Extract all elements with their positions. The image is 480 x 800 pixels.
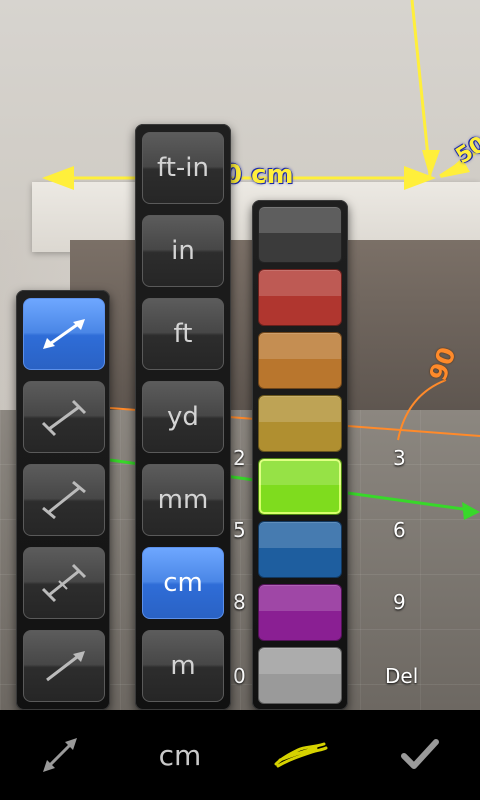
unit-toggle-button[interactable]: cm [120, 710, 240, 800]
double-arrow-icon [43, 738, 77, 772]
line-tool-single-arrow-button[interactable] [23, 630, 105, 702]
line-tool-toggle-button[interactable] [0, 710, 120, 800]
unit-option-yd[interactable]: yd [142, 381, 224, 453]
unit-option-cm[interactable]: cm [142, 547, 224, 619]
confirm-button[interactable] [360, 710, 480, 800]
color-toggle-button[interactable] [240, 710, 360, 800]
unit-option-m[interactable]: m [142, 630, 224, 702]
color-swatch-gray[interactable] [258, 647, 342, 704]
keypad-label-9: 9 [393, 590, 406, 614]
color-swatch-orange[interactable] [258, 332, 342, 389]
bottom-toolbar: cm [0, 710, 480, 800]
keypad-label-8: 8 [233, 590, 246, 614]
color-panel [252, 200, 348, 710]
keypad-label-2: 2 [233, 446, 246, 470]
tick-ends-line-icon [42, 480, 86, 520]
line-tool-double-arrow-button[interactable] [23, 298, 105, 370]
unit-option-in[interactable]: in [142, 215, 224, 287]
cross-ends-line-icon [41, 563, 87, 603]
color-swatch-blue[interactable] [258, 521, 342, 578]
keypad-label-0: 0 [233, 664, 246, 688]
top-length-label: 0 cm [224, 160, 294, 190]
color-swatch-purple[interactable] [258, 584, 342, 641]
checkmark-icon [401, 739, 439, 769]
vertical-measure-line [410, 0, 432, 177]
unit-option-ft[interactable]: ft [142, 298, 224, 370]
line-tool-panel [16, 290, 110, 710]
unit-option-mm[interactable]: mm [142, 464, 224, 536]
line-tool-bar-ends-button[interactable] [23, 381, 105, 453]
color-swatch-green[interactable] [258, 458, 342, 515]
unit-panel: ft-in in ft yd mm cm m [135, 124, 231, 710]
keypad-label-del: Del [385, 664, 419, 688]
color-swatch-ochre[interactable] [258, 395, 342, 452]
double-arrow-icon [43, 319, 85, 349]
yellow-scribble-icon [274, 742, 328, 768]
single-arrow-icon [46, 651, 85, 682]
color-swatch-dark-gray[interactable] [258, 206, 342, 263]
keypad-label-6: 6 [393, 518, 406, 542]
bar-ends-line-icon [41, 399, 87, 437]
green-arrow [462, 502, 480, 520]
keypad-label-3: 3 [393, 446, 406, 470]
line-tool-tick-ends-button[interactable] [23, 464, 105, 536]
color-swatch-red[interactable] [258, 269, 342, 326]
measure-arrow-left [42, 166, 74, 190]
unit-option-ft-in[interactable]: ft-in [142, 132, 224, 204]
keypad-label-5: 5 [233, 518, 246, 542]
line-tool-cross-ends-button[interactable] [23, 547, 105, 619]
